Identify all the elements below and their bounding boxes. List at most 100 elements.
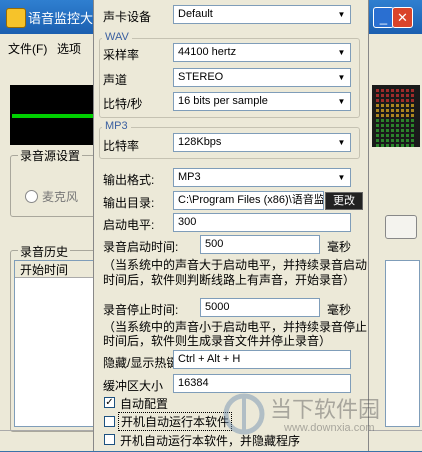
spectrum-cell [391, 139, 394, 142]
spectrum-cell [381, 134, 384, 137]
spectrum-cell [401, 129, 404, 132]
auto-config-checkbox[interactable]: ✓ [104, 397, 115, 408]
spectrum-cell [391, 109, 394, 112]
chevron-down-icon[interactable]: ▼ [332, 69, 350, 86]
spectrum-cell [386, 124, 389, 127]
samplerate-select[interactable]: 44100 hertz ▼ [173, 43, 351, 62]
radio-microphone[interactable] [25, 190, 38, 203]
spectrum-cell [391, 129, 394, 132]
spectrum-cell [411, 139, 414, 142]
spectrum-cell [406, 139, 409, 142]
spectrum-cell [386, 104, 389, 107]
chevron-down-icon[interactable]: ▼ [332, 93, 350, 110]
history-group-label: 录音历史 [18, 243, 71, 260]
spectrum-cell [386, 94, 389, 97]
level-line [12, 114, 94, 118]
start-time-value: 500 [205, 238, 224, 250]
spectrum-cell [391, 104, 394, 107]
mp3-group-title: MP3 [102, 120, 131, 132]
spectrum-cell [406, 89, 409, 92]
checkmark-icon: ✓ [105, 397, 114, 408]
bitrate-select[interactable]: 128Kbps ▼ [173, 133, 351, 152]
source-group-label: 录音源设置 [18, 147, 83, 164]
spectrum-cell [401, 104, 404, 107]
spectrum-cell [401, 134, 404, 137]
chevron-down-icon[interactable]: ▼ [332, 6, 350, 23]
start-time-input[interactable]: 500 [200, 235, 320, 254]
start-time-label: 录音启动时间: [103, 240, 179, 254]
watermark-text: 当下软件园 [270, 397, 381, 422]
start-level-label: 启动电平: [103, 218, 155, 232]
start-level-input[interactable]: 300 [173, 213, 351, 232]
spectrum-cell [401, 144, 404, 147]
spectrum-cell [381, 124, 384, 127]
format-select[interactable]: MP3 ▼ [173, 168, 351, 187]
spectrum-cell [391, 114, 394, 117]
close-icon[interactable]: ✕ [392, 7, 413, 28]
spectrum-cell [376, 94, 379, 97]
spectrum-cell [386, 129, 389, 132]
chevron-down-icon[interactable]: ▼ [332, 44, 350, 61]
spectrum-cell [376, 109, 379, 112]
channel-select[interactable]: STEREO ▼ [173, 68, 351, 87]
buffer-input[interactable]: 16384 [173, 374, 351, 393]
spectrum-cell [376, 99, 379, 102]
spectrum-cell [401, 139, 404, 142]
spectrum-cell [391, 94, 394, 97]
spectrum-cell [376, 114, 379, 117]
start-time-unit: 毫秒 [327, 240, 352, 254]
stop-time-input[interactable]: 5000 [200, 298, 320, 317]
spectrum-cell [376, 139, 379, 142]
spectrum-cell [396, 129, 399, 132]
minimize-icon[interactable]: _ [373, 7, 394, 28]
spectrum-cell [376, 129, 379, 132]
side-button[interactable] [385, 215, 417, 239]
spectrum-cell [381, 139, 384, 142]
spectrum-cell [411, 89, 414, 92]
chevron-down-icon[interactable]: ▼ [332, 134, 350, 151]
bitrate-label: 比特率 [103, 139, 140, 153]
hotkey-value: Ctrl + Alt + H [178, 353, 241, 365]
spectrum-cell [411, 109, 414, 112]
bitrate-value: 128Kbps [178, 136, 222, 148]
spectrum-cell [406, 99, 409, 102]
spectrum-cell [406, 129, 409, 132]
auto-config-label: 自动配置 [120, 397, 169, 411]
spectrum-cell [391, 119, 394, 122]
menu-options[interactable]: 选项 [57, 40, 81, 57]
spectrum-cell [406, 109, 409, 112]
start-level-value: 300 [178, 216, 197, 228]
spectrum-cell [406, 114, 409, 117]
channel-label: 声道 [103, 73, 128, 87]
window-title: 语音监控大 [28, 11, 94, 26]
hotkey-input[interactable]: Ctrl + Alt + H [173, 350, 351, 369]
spectrum-cell [376, 89, 379, 92]
spectrum-cell [406, 144, 409, 147]
soundcard-value: Default [178, 8, 213, 20]
spectrum-cell [401, 99, 404, 102]
chevron-down-icon[interactable]: ▼ [332, 169, 350, 186]
spectrum-cell [396, 114, 399, 117]
spectrum-cell [386, 134, 389, 137]
menu-file[interactable]: 文件(F) [8, 40, 47, 57]
soundcard-select[interactable]: Default ▼ [173, 5, 351, 24]
radio-microphone-label: 麦克风 [42, 190, 79, 204]
spectrum-cell [396, 104, 399, 107]
spectrum-cell [376, 104, 379, 107]
spectrum-cell [401, 119, 404, 122]
spectrum-cell [406, 94, 409, 97]
stop-time-unit: 毫秒 [327, 303, 352, 317]
autostart-hidden-checkbox[interactable] [104, 434, 115, 445]
hotkey-label: 隐藏/显示热键 [103, 356, 179, 370]
watermark-logo-icon [223, 393, 265, 435]
outdir-input[interactable]: C:\Program Files (x86)\语音监 [173, 191, 324, 210]
autostart-checkbox[interactable] [104, 416, 115, 427]
spectrum-cell [386, 114, 389, 117]
spectrum-cell [411, 94, 414, 97]
browse-button[interactable]: 更改 [325, 192, 363, 210]
buffer-value: 16384 [178, 377, 209, 389]
bits-select[interactable]: 16 bits per sample ▼ [173, 92, 351, 111]
spectrum-bars [376, 89, 414, 147]
spectrum-cell [396, 144, 399, 147]
autostart-label: 开机自动运行本软件 [118, 412, 233, 431]
